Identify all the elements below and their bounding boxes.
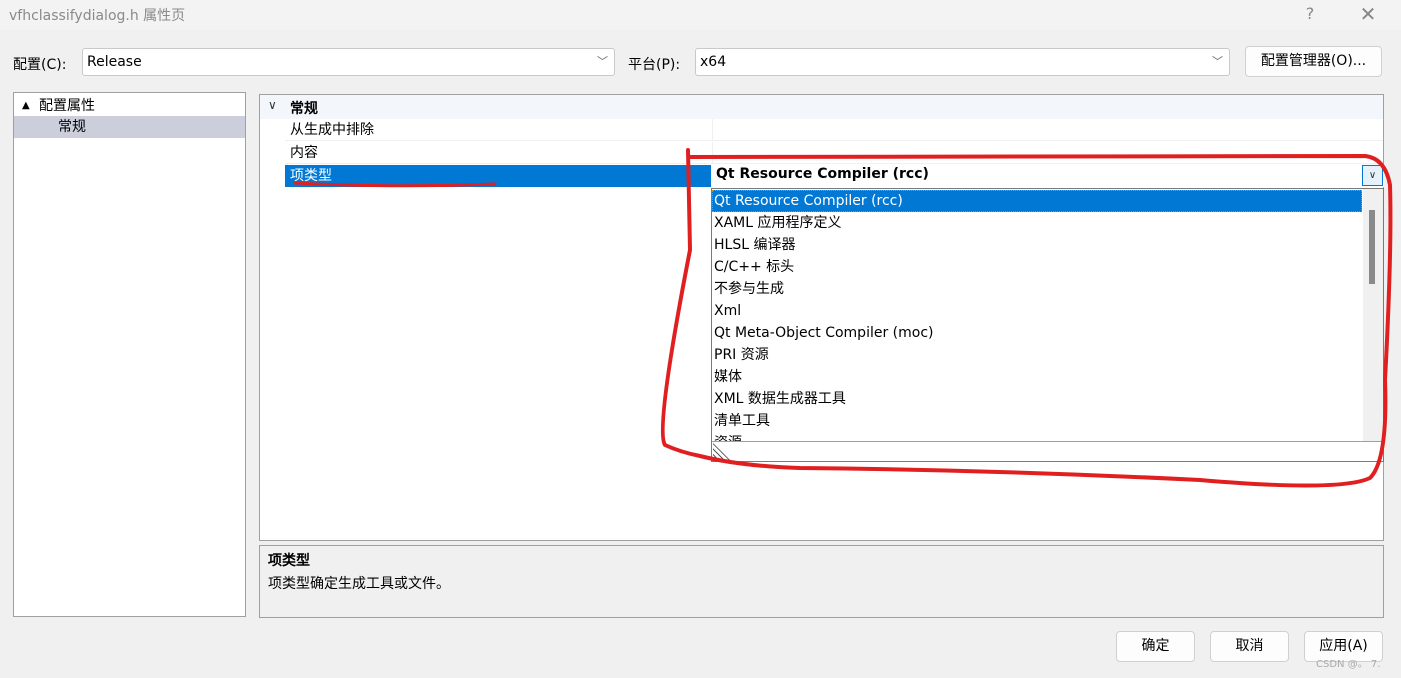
- config-label: 配置(C):: [13, 57, 67, 73]
- property-row-content[interactable]: 内容: [285, 142, 1383, 164]
- platform-label: 平台(P):: [628, 57, 681, 73]
- dropdown-option[interactable]: XAML 应用程序定义: [712, 212, 1362, 234]
- chevron-down-icon: ﹀: [1212, 55, 1223, 68]
- dropdown-option[interactable]: XML 数据生成器工具: [712, 388, 1362, 410]
- config-value: Release: [87, 54, 142, 70]
- title-bar: vfhclassifydialog.h 属性页 ? ✕: [0, 0, 1401, 30]
- dropdown-option[interactable]: 不参与生成: [712, 278, 1362, 300]
- dropdown-option[interactable]: Qt Resource Compiler (rcc): [712, 190, 1362, 212]
- chevron-down-icon[interactable]: ∨: [268, 98, 277, 112]
- chevron-down-icon: ﹀: [597, 55, 608, 68]
- config-select[interactable]: Release ﹀: [82, 48, 615, 76]
- dropdown-option[interactable]: Qt Meta-Object Compiler (moc): [712, 322, 1362, 344]
- dropdown-button[interactable]: ∨: [1362, 165, 1383, 186]
- watermark: CSDN @。 7.: [1316, 659, 1381, 670]
- property-name: 从生成中排除: [285, 119, 713, 141]
- tree-item-label: 配置属性: [39, 98, 95, 114]
- dropdown-scrollbar[interactable]: [1363, 189, 1383, 441]
- config-tree: ▲ 配置属性 常规: [13, 92, 246, 617]
- dropdown-option[interactable]: 媒体: [712, 366, 1362, 388]
- description-panel: 项类型 项类型确定生成工具或文件。: [259, 545, 1384, 618]
- dropdown-option[interactable]: 资源: [712, 432, 1362, 441]
- item-type-dropdown: Qt Resource Compiler (rcc) XAML 应用程序定义 HLS…: [711, 188, 1384, 462]
- resize-grip-icon[interactable]: [713, 443, 731, 461]
- dropdown-option[interactable]: C/C++ 标头: [712, 256, 1362, 278]
- dropdown-option[interactable]: PRI 资源: [712, 344, 1362, 366]
- config-manager-button[interactable]: 配置管理器(O)...: [1245, 46, 1382, 77]
- close-button[interactable]: ✕: [1348, 2, 1388, 26]
- dropdown-list: Qt Resource Compiler (rcc) XAML 应用程序定义 HLS…: [712, 189, 1362, 441]
- item-type-value: Qt Resource Compiler (rcc): [716, 166, 929, 182]
- scrollbar-thumb[interactable]: [1369, 210, 1375, 284]
- cancel-button[interactable]: 取消: [1210, 631, 1289, 662]
- tree-item-config-properties[interactable]: ▲ 配置属性: [14, 95, 245, 117]
- property-name: 项类型: [285, 165, 713, 187]
- item-type-select[interactable]: Qt Resource Compiler (rcc) ∨: [711, 164, 1384, 187]
- dropdown-option[interactable]: Xml: [712, 300, 1362, 322]
- property-row-exclude[interactable]: 从生成中排除: [285, 119, 1383, 141]
- category-general[interactable]: ∨ 常规: [260, 95, 1383, 119]
- description-text: 项类型确定生成工具或文件。: [268, 576, 450, 592]
- category-label: 常规: [290, 101, 318, 117]
- description-title: 项类型: [268, 553, 310, 569]
- platform-select[interactable]: x64 ﹀: [695, 48, 1230, 76]
- tree-item-general[interactable]: 常规: [14, 116, 245, 138]
- ok-button[interactable]: 确定: [1116, 631, 1195, 662]
- expand-triangle-icon[interactable]: ▲: [22, 95, 30, 117]
- help-button[interactable]: ?: [1290, 2, 1330, 26]
- property-name: 内容: [285, 142, 713, 164]
- tree-item-label: 常规: [58, 119, 86, 135]
- window-title: vfhclassifydialog.h 属性页: [9, 8, 186, 24]
- dropdown-resize-area: [712, 441, 1383, 461]
- dropdown-option[interactable]: 清单工具: [712, 410, 1362, 432]
- platform-value: x64: [700, 54, 727, 70]
- dropdown-option[interactable]: HLSL 编译器: [712, 234, 1362, 256]
